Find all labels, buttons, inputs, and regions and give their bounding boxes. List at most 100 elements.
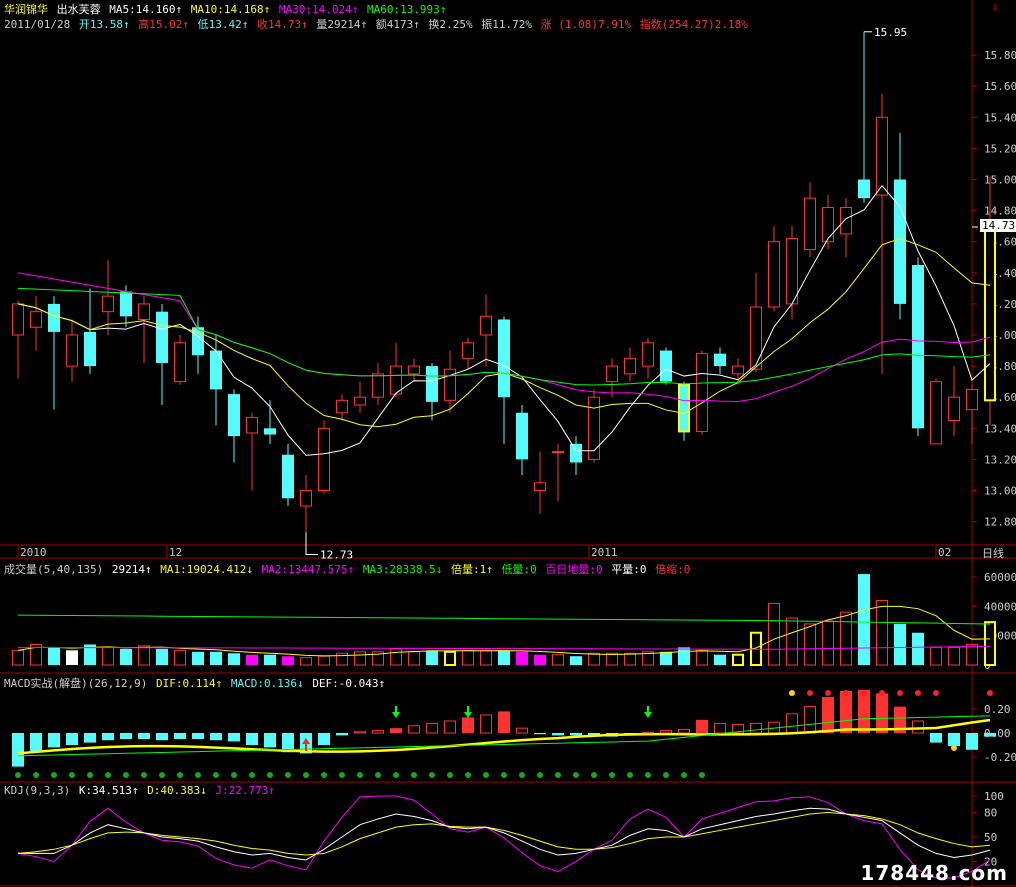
candle-body [156, 311, 168, 363]
price-tick-label: 15.60 [984, 80, 1016, 93]
macd-bar [30, 733, 42, 753]
macd-signal-dot [285, 772, 291, 778]
macd-signal-dot [861, 690, 867, 696]
macd-signal-dot [393, 772, 399, 778]
turnover-label: 换2.25% [428, 18, 473, 31]
candle-body [642, 342, 654, 367]
candle [156, 303, 168, 405]
volume-bar [354, 651, 366, 666]
candle [48, 296, 60, 410]
macd-signal-dot [519, 772, 525, 778]
macd-signal-dot [267, 772, 273, 778]
volume-bar [300, 657, 312, 666]
price-tick-label: 13.00 [984, 485, 1016, 498]
macd-signal-dot [879, 690, 885, 696]
candle-body [750, 306, 762, 370]
candle-body [894, 179, 906, 304]
candle [876, 93, 888, 374]
candle [318, 420, 330, 494]
macd-title[interactable]: MACD实战(解盘)(26,12,9) [4, 677, 147, 690]
volume-bar [552, 654, 564, 666]
stock-chart[interactable]: 15.8015.6015.4015.2015.0014.8014.6014.40… [0, 0, 1016, 887]
candle [822, 195, 834, 250]
kdj-j: J:22.773↑ [215, 784, 275, 797]
volume-bar [948, 646, 960, 666]
volume-bar [804, 623, 816, 666]
macd-signal-dot [231, 772, 237, 778]
volume-title[interactable]: 成交量(5,40,135) [4, 563, 103, 576]
candle-body [912, 265, 924, 429]
macd-signal-dot [897, 690, 903, 696]
volume-tick-label: 60000 [984, 571, 1016, 584]
volume-bar [192, 651, 204, 665]
volume-bar [984, 621, 996, 666]
kdj-title[interactable]: KDJ(9,3,3) [4, 784, 70, 797]
candle-body [930, 381, 942, 445]
volume-bar [930, 646, 942, 666]
low-volume: 低量:0 [501, 563, 537, 576]
macd-bar [858, 689, 870, 733]
macd-bar [498, 711, 510, 733]
macd-signal-dot [159, 772, 165, 778]
price-tick-label: 14.80 [984, 205, 1016, 218]
date-label: 2011/01/28 [4, 18, 71, 31]
stock-name[interactable]: 华润锦华 [4, 3, 48, 16]
volume-bar [444, 651, 456, 666]
candle-body [246, 416, 258, 434]
candle [12, 300, 24, 379]
candle [732, 358, 744, 385]
macd-signal-dot [501, 772, 507, 778]
volume-ma1: MA1:19024.412↓ [160, 563, 253, 576]
candle-body [498, 319, 510, 398]
macd-bar [984, 733, 996, 737]
volume-bar [588, 652, 600, 666]
volume-bar [516, 651, 528, 665]
period-label: 日线 [982, 546, 1004, 560]
macd-signal-dot [789, 690, 795, 696]
macd-signal-dot [249, 772, 255, 778]
watermark: 178448.com [860, 861, 1008, 885]
volume-bar [822, 620, 834, 666]
candle-body [570, 443, 582, 463]
volume-bar [408, 651, 420, 666]
macd-signal-dot [699, 772, 705, 778]
candle-body [336, 399, 348, 414]
macd-signal-dot [429, 772, 435, 778]
macd-signal-dot [321, 772, 327, 778]
candle-body [786, 238, 798, 305]
candle [174, 335, 186, 385]
candle [858, 31, 870, 203]
candle-body [732, 365, 744, 375]
candle [570, 436, 582, 475]
candle [462, 338, 474, 370]
volume-bar [786, 617, 798, 666]
candle [642, 338, 654, 379]
volume-tick-label: 40000 [984, 600, 1016, 613]
macd-bar [948, 733, 960, 747]
candle [804, 182, 816, 258]
candle [840, 198, 852, 258]
macd-bar [822, 697, 834, 733]
high-price-label: 15.95 [874, 26, 907, 39]
kdj-header: KDJ(9,3,3) K:34.513↑ D:40.383↓ J:22.773↑ [4, 784, 277, 797]
candle-body [984, 220, 996, 401]
candle-body [462, 342, 474, 359]
macd-bar [750, 722, 762, 734]
time-axis-label: 02 [938, 546, 951, 559]
macd-bar [444, 720, 456, 734]
low-price-label: 12.73 [320, 548, 353, 561]
candle [948, 366, 960, 437]
candle [192, 316, 204, 374]
volume-bar [660, 651, 672, 665]
macd-signal-dot [537, 772, 543, 778]
price-tick-label: 12.80 [984, 516, 1016, 529]
macd-bar [84, 733, 96, 743]
price-tick-label: 13.40 [984, 422, 1016, 435]
candle [552, 443, 564, 502]
candle [786, 226, 798, 320]
macd-signal-dot [555, 772, 561, 778]
volume-bar [66, 650, 78, 665]
macd-signal-dot [33, 772, 39, 778]
candle [930, 378, 942, 445]
exit-icon[interactable]: ⇩ [980, 0, 1010, 15]
